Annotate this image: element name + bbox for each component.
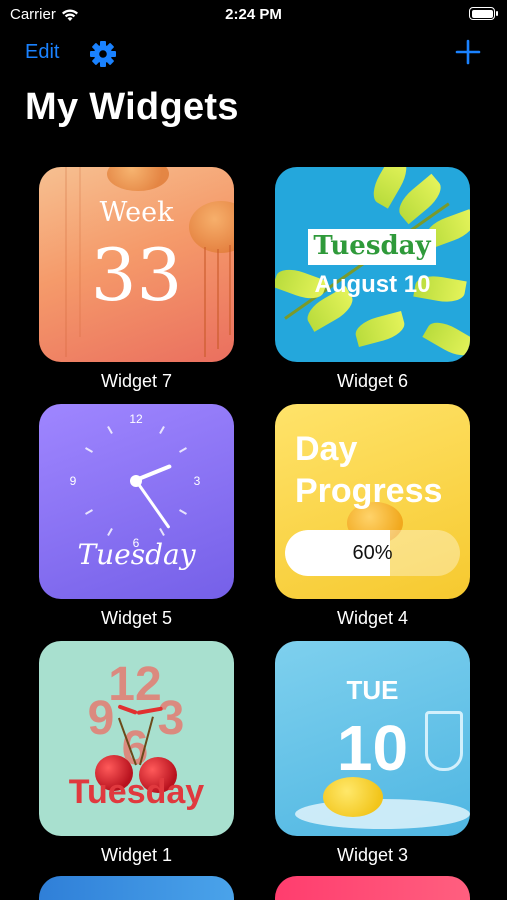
gear-icon	[90, 41, 116, 67]
nav-bar: Edit	[0, 36, 507, 70]
widget-preview: Day Progress 60%	[275, 404, 470, 599]
clock-numeral: 12	[129, 412, 143, 426]
widget-preview: Tuesday August 10	[275, 167, 470, 362]
status-bar: Carrier 2:24 PM	[0, 0, 507, 30]
day-number: 10	[336, 712, 409, 784]
progress-label: 60%	[352, 542, 393, 564]
add-widget-button[interactable]	[453, 37, 483, 67]
widget-caption: Widget 6	[336, 371, 409, 391]
widget-card-4[interactable]: Day Progress 60% Widget 4	[275, 404, 470, 629]
title-line-1: Day	[295, 430, 358, 468]
minute-hand	[134, 479, 171, 529]
day-label: Tuesday	[77, 538, 196, 571]
clock-numeral: 9	[69, 474, 77, 488]
widget-preview: TUE 10	[275, 641, 470, 836]
widget-card-5[interactable]: 12 3 6 9 Tuesday Widget 5	[39, 404, 234, 629]
plus-icon	[455, 39, 481, 65]
week-number: 33	[90, 233, 183, 317]
widget-caption: Widget 7	[100, 371, 173, 391]
battery-icon	[469, 7, 498, 20]
widget-preview: 12 9 3 6 Tuesday	[39, 641, 234, 836]
date-label: August 10	[314, 271, 431, 298]
weekday-label: TUE	[346, 675, 399, 705]
widget-caption: Widget 5	[100, 608, 173, 628]
title-line-2: Progress	[295, 472, 443, 510]
settings-button[interactable]	[88, 39, 118, 69]
day-label: Tuesday	[313, 231, 431, 261]
clock-numeral: 3	[193, 474, 201, 488]
widget-card-3[interactable]: TUE 10 Widget 3	[275, 641, 470, 866]
progress-bar: 60%	[285, 530, 460, 576]
widget-card-partial[interactable]	[39, 876, 234, 900]
widget-card-1[interactable]: 12 9 3 6 Tuesday Widget 1	[39, 641, 234, 866]
page-title: My Widgets	[25, 86, 239, 128]
widget-caption: Widget 1	[100, 845, 173, 865]
widget-card-partial[interactable]	[275, 876, 470, 900]
widget-preview: 12 3 6 9 Tuesday	[39, 404, 234, 599]
edit-button[interactable]: Edit	[25, 41, 59, 64]
widget-preview: Week 33	[39, 167, 234, 362]
widget-card-6[interactable]: Tuesday August 10 Widget 6	[275, 167, 470, 392]
day-label: Tuesday	[68, 773, 205, 811]
widget-card-7[interactable]: Week 33 Widget 7	[39, 167, 234, 392]
widget-caption: Widget 4	[336, 608, 409, 628]
plate-image	[295, 799, 470, 829]
widget-caption: Widget 3	[336, 845, 409, 865]
week-label: Week	[99, 197, 174, 228]
status-time: 2:24 PM	[225, 6, 282, 23]
